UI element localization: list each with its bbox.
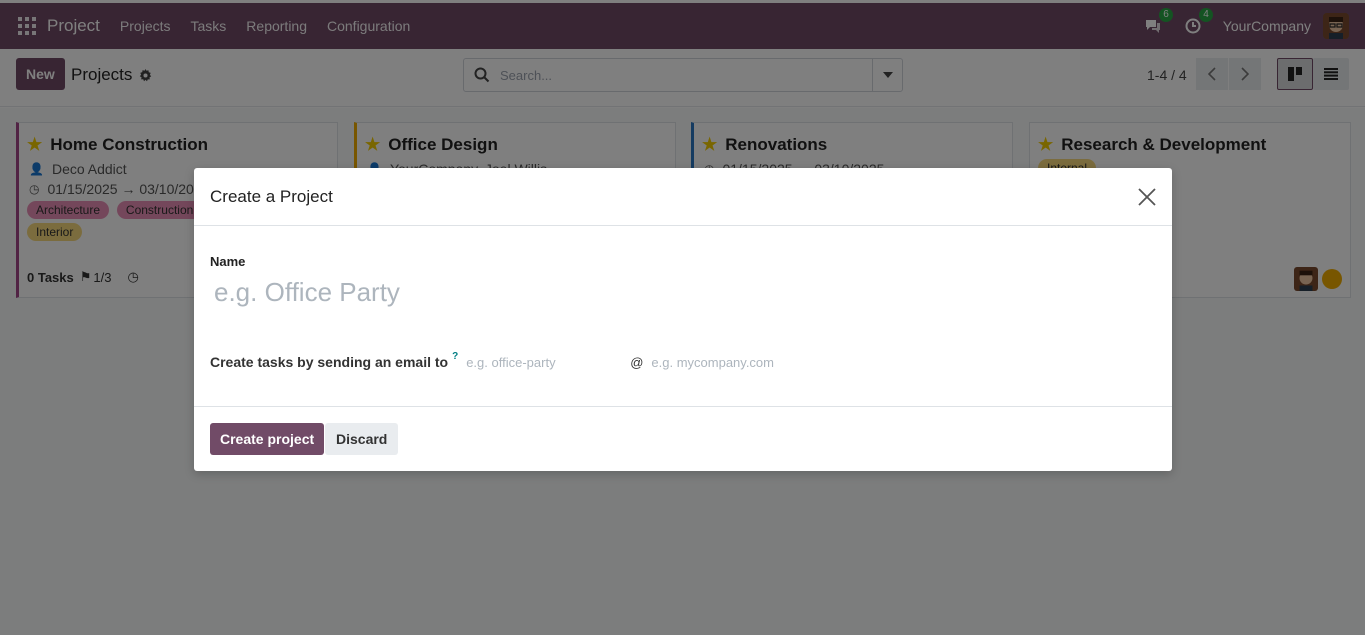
discard-button[interactable]: Discard <box>325 423 399 455</box>
close-icon[interactable] <box>1136 186 1158 208</box>
email-alias-row: Create tasks by sending an email to ? @ <box>210 351 852 370</box>
project-name-input[interactable] <box>210 274 1150 310</box>
create-project-button[interactable]: Create project <box>210 423 325 455</box>
create-project-dialog: Create a Project Name Create tasks by se… <box>194 168 1172 471</box>
dialog-header: Create a Project <box>194 168 1172 226</box>
dialog-footer: Create project Discard <box>194 406 1172 471</box>
name-label: Name <box>210 254 246 269</box>
dialog-title: Create a Project <box>210 186 333 206</box>
help-tooltip-icon[interactable]: ? <box>452 351 458 362</box>
email-domain-input[interactable] <box>651 354 852 370</box>
at-sign: @ <box>630 354 644 370</box>
email-alias-input[interactable] <box>466 354 627 370</box>
email-alias-label: Create tasks by sending an email to <box>210 354 449 370</box>
